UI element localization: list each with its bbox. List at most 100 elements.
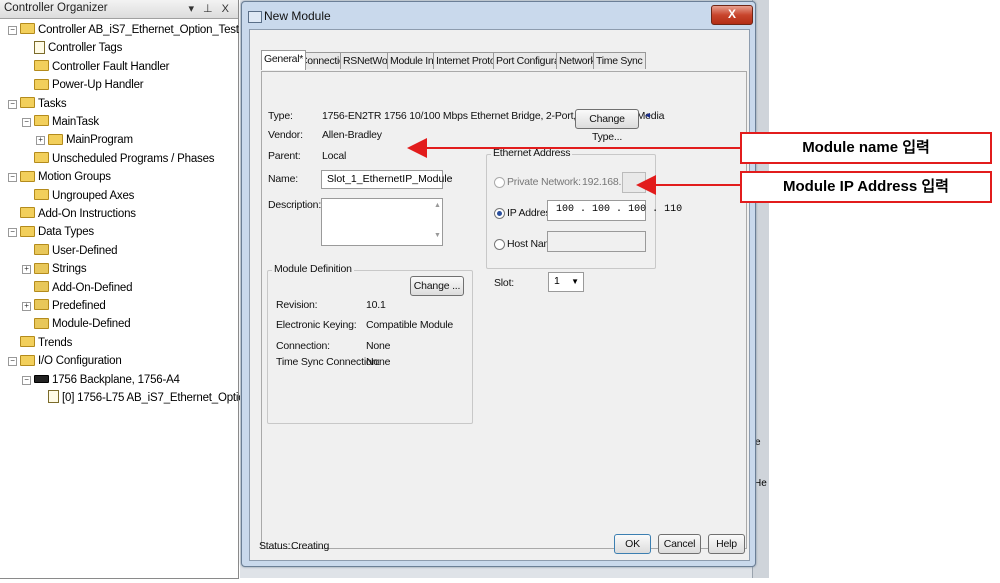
module-name-callout: Module name 입력	[740, 132, 992, 164]
program-icon	[48, 133, 63, 145]
tree-item[interactable]: User-Defined	[34, 242, 118, 260]
tree-item[interactable]: − Motion Groups	[8, 168, 111, 186]
collapse-icon[interactable]: −	[8, 228, 17, 238]
tree-item[interactable]: Add-On-Defined	[34, 279, 133, 297]
organizer-window-controls[interactable]: ▾ ⊥ X	[188, 2, 232, 15]
tree-item[interactable]: Add-On Instructions	[20, 205, 136, 223]
tree-item-label: Predefined	[52, 300, 106, 312]
tree-item[interactable]: Controller Fault Handler	[34, 58, 169, 76]
host-name-radio[interactable]	[494, 239, 505, 250]
collapse-icon[interactable]: −	[8, 99, 17, 109]
type-label: Type:	[268, 110, 293, 122]
collapse-icon[interactable]: −	[8, 26, 17, 35]
new-module-dialog: New Module X General* Connection RSNetWo…	[241, 1, 756, 567]
tree-item-label: MainTask	[52, 116, 99, 128]
datatype-icon	[34, 262, 49, 274]
private-network-radio[interactable]	[494, 177, 505, 188]
scroll-up-icon[interactable]: ▲	[434, 202, 441, 209]
description-input[interactable]	[321, 198, 443, 246]
tree-item[interactable]: − MainTask	[22, 113, 99, 131]
module-ip-arrow-line	[648, 184, 740, 186]
tree-item-label: Ungrouped Axes	[52, 189, 135, 202]
folder-icon	[34, 60, 49, 72]
ok-button[interactable]: OK	[614, 534, 651, 554]
tree-item-label: Power-Up Handler	[52, 79, 144, 92]
tree-item[interactable]: Controller Tags	[34, 39, 122, 57]
ip-address-radio[interactable]	[494, 208, 505, 219]
ip-address-input[interactable]: 100 . 100 . 100 . 110	[547, 200, 682, 221]
module-ip-callout: Module IP Address 입력	[740, 171, 992, 203]
tree-item-label: Unscheduled Programs / Phases	[52, 152, 215, 165]
collapse-icon[interactable]: −	[8, 173, 17, 183]
vendor-label: Vendor:	[268, 129, 303, 141]
folder-icon	[34, 189, 49, 201]
electronic-keying-label: Electronic Keying:	[276, 319, 357, 331]
dialog-title-bar[interactable]: New Module X	[242, 2, 755, 28]
folder-icon	[20, 97, 35, 109]
tree-item[interactable]: − Tasks	[8, 95, 67, 113]
module-ip-arrow-head	[636, 175, 656, 195]
collapse-icon[interactable]: −	[22, 118, 31, 127]
tree-item-label: Motion Groups	[38, 171, 111, 184]
tree-item[interactable]: − 1756 Backplane, 1756-A4	[22, 371, 180, 389]
help-button[interactable]: Help	[708, 534, 745, 554]
collapse-icon[interactable]: −	[22, 375, 31, 385]
time-sync-connection-label: Time Sync Connection:	[276, 356, 380, 368]
folder-icon	[20, 354, 35, 366]
tree-item-label: Add-On Instructions	[38, 208, 136, 220]
close-button[interactable]: X	[711, 5, 753, 25]
tree-item-label: Trends	[38, 336, 73, 349]
tree-item-label: I/O Configuration	[38, 355, 122, 368]
folder-icon	[20, 225, 35, 237]
expand-icon[interactable]: +	[22, 302, 31, 311]
change-definition-button[interactable]: Change ...	[410, 276, 464, 296]
time-sync-connection-value: None	[366, 356, 391, 368]
scroll-down-icon[interactable]: ▼	[434, 232, 441, 239]
tree-item[interactable]: Ungrouped Axes	[34, 187, 134, 205]
slot-select[interactable]: 1 ▼	[548, 272, 584, 292]
tree-item-label: Module-Defined	[52, 318, 131, 331]
tree-item[interactable]: + Strings	[22, 260, 87, 278]
module-name-arrow-line	[420, 147, 740, 149]
module-definition-title: Module Definition	[272, 263, 354, 275]
tree-item[interactable]: + Predefined	[22, 297, 106, 315]
expand-icon[interactable]: +	[36, 136, 45, 146]
connection-label: Connection:	[276, 340, 330, 352]
organizer-title-bar: Controller Organizer ▾ ⊥ X	[0, 0, 238, 19]
tree-item[interactable]: − Data Types	[8, 223, 94, 241]
tree-item[interactable]: + MainProgram	[36, 131, 133, 149]
tree-item[interactable]: Unscheduled Programs / Phases	[34, 150, 215, 168]
tree-item[interactable]: − I/O Configuration	[8, 352, 122, 370]
tree-item[interactable]: Trends	[20, 334, 72, 352]
tree-item-label: Strings	[52, 263, 87, 276]
folder-icon	[20, 336, 35, 348]
tab-time-sync[interactable]: Time Sync	[593, 52, 646, 69]
collapse-icon[interactable]: −	[8, 357, 17, 367]
tree-item-label: Controller Fault Handler	[52, 60, 170, 73]
status-value: Creating	[291, 540, 330, 552]
module-name-arrow-head	[407, 138, 427, 158]
private-network-label: Private Network:	[507, 176, 581, 188]
window-icon	[248, 11, 262, 23]
vendor-value: Allen-Bradley	[322, 129, 382, 141]
cancel-button[interactable]: Cancel	[658, 534, 701, 554]
general-tab-panel: Type: 1756-EN2TR 1756 10/100 Mbps Ethern…	[261, 71, 747, 549]
tree-item-label: Tasks	[38, 97, 67, 110]
tree-item[interactable]: − Controller AB_iS7_Ethernet_Option_Test	[8, 21, 239, 39]
tree-item-label: MainProgram	[66, 134, 133, 147]
change-type-button[interactable]: Change Type...	[575, 109, 639, 143]
module-name-input[interactable]: Slot_1_EthernetIP_Module	[321, 170, 453, 189]
datatype-icon	[34, 317, 49, 329]
revision-label: Revision:	[276, 299, 318, 311]
folder-icon	[20, 23, 35, 35]
chevron-down-icon: ▼	[571, 277, 579, 286]
ip-octet-3: 100	[628, 204, 647, 215]
tags-icon	[34, 40, 45, 54]
expand-icon[interactable]: +	[22, 265, 31, 275]
tree-item[interactable]: Module-Defined	[34, 315, 131, 333]
tree-item[interactable]: Power-Up Handler	[34, 76, 144, 94]
backplane-icon	[34, 374, 49, 383]
tab-general[interactable]: General*	[261, 50, 307, 70]
datatype-icon	[34, 299, 49, 311]
host-name-input[interactable]	[547, 231, 646, 252]
